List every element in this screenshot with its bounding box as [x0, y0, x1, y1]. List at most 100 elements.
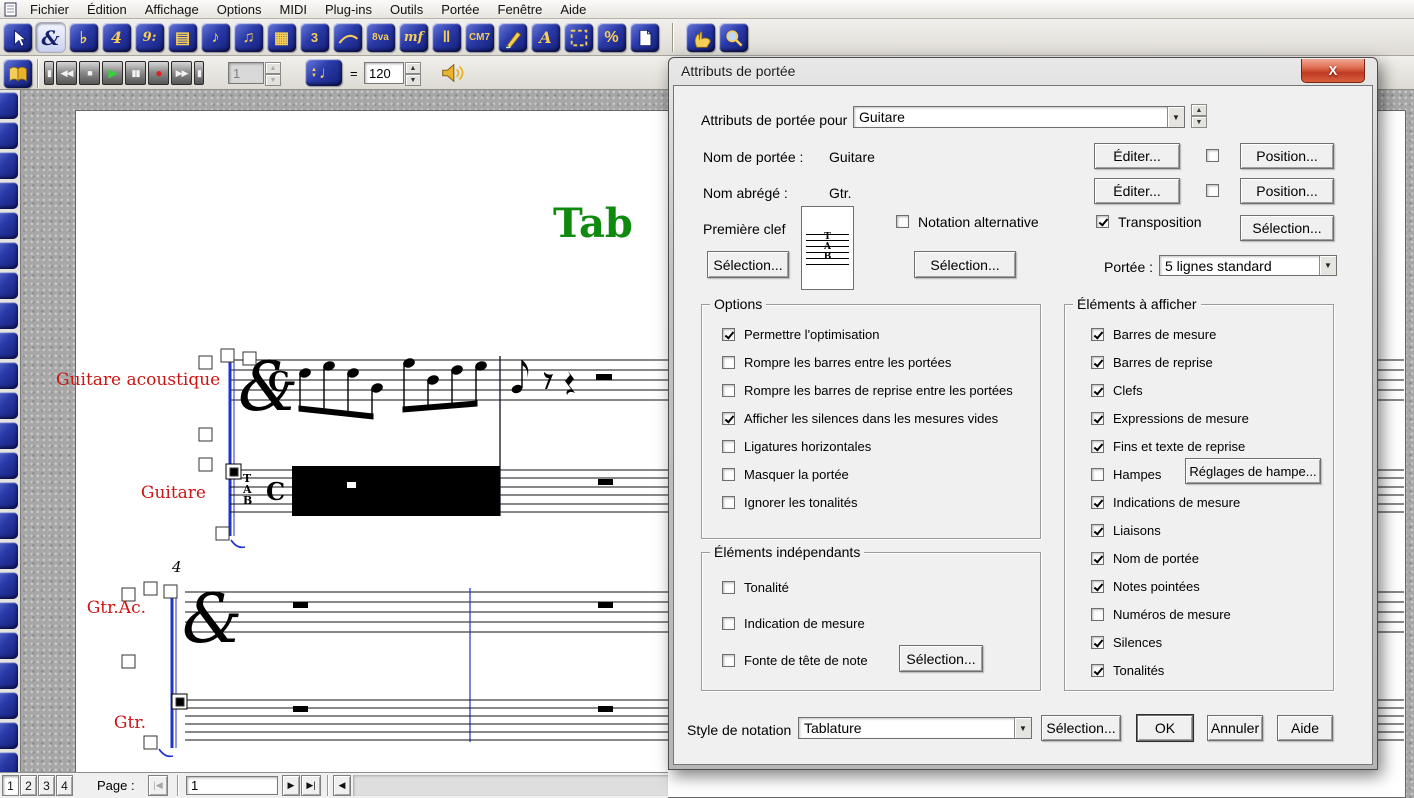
first-page-button[interactable]: |◀ [148, 775, 168, 796]
left-tool-button[interactable] [0, 692, 18, 719]
spinner-down-icon[interactable]: ▼ [1191, 116, 1207, 128]
left-tool-button[interactable] [0, 362, 18, 389]
go-to-start-button[interactable]: ▮ [44, 61, 54, 85]
tempo-button[interactable]: ▲▼ ♩ [305, 59, 342, 86]
scroll-left-button[interactable]: ◀ [333, 775, 351, 796]
layer-1-button[interactable]: 1 [2, 775, 19, 796]
ignore-key-signatures-checkbox[interactable] [722, 496, 735, 509]
edit-abbr-name-button[interactable]: Éditer... [1094, 178, 1180, 204]
independent-key-checkbox[interactable] [722, 581, 735, 594]
left-tool-button[interactable] [0, 452, 18, 479]
alt-notation-checkbox[interactable] [896, 215, 909, 228]
key-signature-tool-button[interactable]: ♭ [69, 23, 98, 52]
simple-entry-tool-button[interactable]: ♪ [201, 23, 230, 52]
staff-lines-combobox[interactable]: 5 lignes standard ▼ [1159, 255, 1337, 276]
measure-expressions-checkbox[interactable] [1091, 412, 1104, 425]
barlines-checkbox[interactable] [1091, 328, 1104, 341]
position-full-name-button[interactable]: Position... [1240, 143, 1334, 169]
menu-outils[interactable]: Outils [381, 0, 432, 19]
left-tool-button[interactable] [0, 572, 18, 599]
key-signatures-checkbox[interactable] [1091, 664, 1104, 677]
clefs-checkbox[interactable] [1091, 384, 1104, 397]
full-name-independent-checkbox[interactable] [1206, 149, 1219, 162]
spinner-up-icon[interactable]: ▲ [1191, 104, 1207, 116]
ok-button[interactable]: OK [1137, 715, 1193, 741]
hyperscribe-tool-button[interactable]: ▦ [267, 23, 296, 52]
dropdown-arrow-icon[interactable]: ▼ [1167, 107, 1184, 127]
clef-preview[interactable]: T A B [801, 206, 854, 290]
speaker-button[interactable] [436, 59, 468, 87]
stem-settings-button[interactable]: Réglages de hampe... [1185, 458, 1321, 484]
chord-tool-button[interactable]: CM7 [465, 23, 494, 52]
spinner-down-icon[interactable]: ▼ [405, 74, 421, 86]
last-page-button[interactable]: ▶| [301, 775, 321, 796]
ottava-tool-button[interactable]: 8va [366, 23, 395, 52]
mirror-tool-button[interactable]: % [597, 23, 626, 52]
position-abbr-name-button[interactable]: Position... [1240, 178, 1334, 204]
counter-field[interactable] [228, 62, 264, 84]
menu-fenetre[interactable]: Fenêtre [489, 0, 552, 19]
allow-optimization-checkbox[interactable] [722, 328, 735, 341]
endings-repeat-text-checkbox[interactable] [1091, 440, 1104, 453]
layer-4-button[interactable]: 4 [56, 775, 73, 796]
next-page-button[interactable]: ▶ [282, 775, 300, 796]
text-tool-button[interactable]: A [531, 23, 560, 52]
page-input[interactable] [186, 776, 278, 795]
page-view-button[interactable] [3, 59, 32, 88]
staff-label-gtr[interactable]: Gtr. [38, 713, 146, 733]
menu-aide[interactable]: Aide [551, 0, 595, 19]
cancel-button[interactable]: Annuler [1207, 715, 1263, 741]
staff-label-gtr-ac[interactable]: Gtr.Ac. [38, 598, 146, 618]
menu-edition[interactable]: Édition [78, 0, 136, 19]
menu-plugins[interactable]: Plug-ins [316, 0, 381, 19]
staff-spinner[interactable]: ▲ ▼ [1191, 104, 1207, 128]
left-tool-button[interactable] [0, 542, 18, 569]
left-tool-button[interactable] [0, 182, 18, 209]
flat-beams-checkbox[interactable] [722, 440, 735, 453]
go-to-end-button[interactable]: ▮ [194, 61, 204, 85]
staff-name-checkbox[interactable] [1091, 552, 1104, 565]
play-button[interactable]: ▶ [102, 61, 123, 85]
show-rests-empty-measures-checkbox[interactable] [722, 412, 735, 425]
alt-notation-select-button[interactable]: Sélection... [914, 251, 1016, 278]
rewind-button[interactable]: ◀◀ [56, 61, 77, 85]
edit-full-name-button[interactable]: Éditer... [1094, 143, 1180, 169]
hide-staff-checkbox[interactable] [722, 468, 735, 481]
tempo-field[interactable] [364, 62, 404, 84]
layer-3-button[interactable]: 3 [38, 775, 55, 796]
ties-checkbox[interactable] [1091, 524, 1104, 537]
left-tool-button[interactable] [0, 332, 18, 359]
left-tool-button[interactable] [0, 242, 18, 269]
stop-button[interactable]: ■ [79, 61, 100, 85]
independent-time-checkbox[interactable] [722, 617, 735, 630]
left-tool-button[interactable] [0, 302, 18, 329]
repeat-bars-checkbox[interactable] [1091, 356, 1104, 369]
left-tool-button[interactable] [0, 272, 18, 299]
rests-checkbox[interactable] [1091, 636, 1104, 649]
left-tool-button[interactable] [0, 482, 18, 509]
left-tool-button[interactable] [0, 722, 18, 749]
menu-options[interactable]: Options [208, 0, 271, 19]
staff-tool-button[interactable]: & [36, 23, 65, 52]
staff-label-guitare-acoustique[interactable]: Guitare acoustique [56, 370, 206, 390]
repeat-tool-button[interactable]: ‖ [432, 23, 461, 52]
help-button[interactable]: Aide [1277, 715, 1333, 741]
smart-shape-tool-button[interactable] [333, 23, 362, 52]
break-repeat-barlines-checkbox[interactable] [722, 384, 735, 397]
speedy-entry-tool-button[interactable]: ♫ [234, 23, 263, 52]
clef-tool-button[interactable]: 9: [135, 23, 164, 52]
spinner-up-icon[interactable]: ▲ [405, 62, 421, 74]
expression-tool-button[interactable]: mf [399, 23, 428, 52]
break-barlines-checkbox[interactable] [722, 356, 735, 369]
measure-numbers-checkbox[interactable] [1091, 608, 1104, 621]
measure-tool-button[interactable]: ▤ [168, 23, 197, 52]
tuplet-tool-button[interactable]: 3 [300, 23, 329, 52]
transposition-checkbox[interactable] [1096, 215, 1109, 228]
abbr-name-independent-checkbox[interactable] [1206, 184, 1219, 197]
articulation-tool-button[interactable] [498, 23, 527, 52]
page-layout-tool-button[interactable] [630, 23, 659, 52]
record-button[interactable]: ● [148, 61, 169, 85]
notation-style-select-button[interactable]: Sélection... [1041, 715, 1121, 741]
left-tool-button[interactable] [0, 752, 18, 772]
pause-button[interactable]: ▮▮ [125, 61, 146, 85]
